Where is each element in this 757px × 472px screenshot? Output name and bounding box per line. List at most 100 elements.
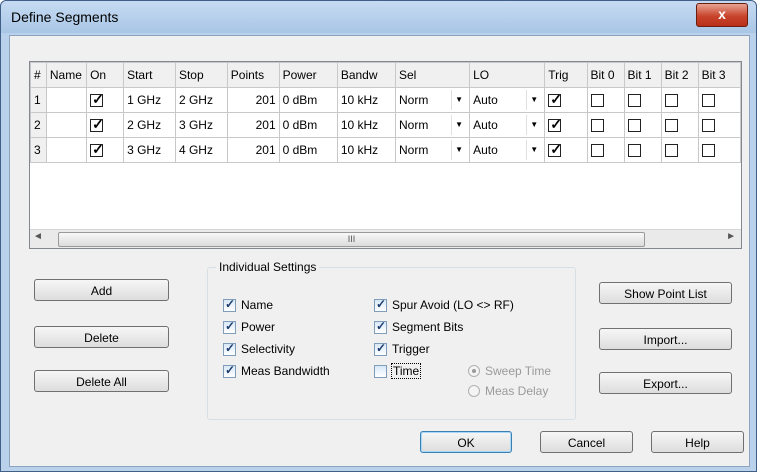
points-cell[interactable]: 201 <box>226 137 280 163</box>
bandwidth-cell[interactable]: 10 kHz <box>336 137 397 163</box>
column-header[interactable]: Name <box>45 62 88 88</box>
row-number[interactable]: 3 <box>30 137 47 163</box>
trig-checkbox[interactable]: ✓ <box>548 141 562 158</box>
bandwidth-cell[interactable]: 10 kHz <box>336 112 397 138</box>
bit2-checkbox[interactable] <box>664 94 678 108</box>
stop-cell[interactable]: 2 GHz <box>174 87 228 113</box>
name-cell[interactable] <box>45 137 88 163</box>
meas-bandwidth-checkbox[interactable]: ✓ <box>223 363 236 378</box>
chevron-down-icon[interactable]: ▼ <box>451 90 466 110</box>
scroll-left-icon[interactable]: ◄ <box>33 231 43 242</box>
bit2-checkbox[interactable] <box>664 144 678 158</box>
chevron-down-icon[interactable]: ▼ <box>451 140 466 160</box>
export-button[interactable]: Export... <box>599 372 732 394</box>
scroll-right-icon[interactable]: ► <box>726 231 736 242</box>
bandwidth-cell[interactable]: 10 kHz <box>336 87 397 113</box>
bit3-checkbox[interactable] <box>701 94 715 108</box>
sel-dropdown[interactable]: Norm ▼ <box>399 114 466 136</box>
bit0-checkbox[interactable] <box>590 119 604 133</box>
chevron-down-icon[interactable]: ▼ <box>526 115 541 135</box>
column-header[interactable]: Bit 0 <box>586 62 625 88</box>
lo-dropdown[interactable]: Auto ▼ <box>473 114 541 136</box>
power-cell[interactable]: 0 dBm <box>278 87 338 113</box>
start-cell[interactable]: 3 GHz <box>123 137 176 163</box>
column-header[interactable]: Points <box>226 62 280 88</box>
trig-checkbox[interactable]: ✓ <box>548 116 562 133</box>
bit1-checkbox[interactable] <box>627 94 641 108</box>
spur-avoid-option[interactable]: ✓ Spur Avoid (LO <> RF) <box>374 297 514 312</box>
row-number[interactable]: 2 <box>30 112 47 138</box>
time-checkbox[interactable] <box>374 364 387 378</box>
chevron-down-icon[interactable]: ▼ <box>526 140 541 160</box>
column-header[interactable]: Power <box>278 62 338 88</box>
delete-all-button[interactable]: Delete All <box>34 370 169 392</box>
trig-checkbox[interactable]: ✓ <box>548 91 562 108</box>
column-header[interactable]: LO <box>469 62 546 88</box>
stop-cell[interactable]: 3 GHz <box>174 112 228 138</box>
start-cell[interactable]: 2 GHz <box>123 112 176 138</box>
points-cell[interactable]: 201 <box>226 112 280 138</box>
points-cell[interactable]: 201 <box>226 87 280 113</box>
power-checkbox[interactable]: ✓ <box>223 319 236 334</box>
power-cell[interactable]: 0 dBm <box>278 112 338 138</box>
cancel-button[interactable]: Cancel <box>540 431 633 453</box>
on-checkbox[interactable]: ✓ <box>90 116 104 133</box>
bit0-checkbox[interactable] <box>590 144 604 158</box>
column-header[interactable]: Stop <box>174 62 228 88</box>
add-button[interactable]: Add <box>34 279 169 301</box>
delete-button[interactable]: Delete <box>34 326 169 348</box>
name-cell[interactable] <box>45 112 88 138</box>
sel-dropdown[interactable]: Norm ▼ <box>399 139 466 161</box>
column-header[interactable]: Trig <box>544 62 588 88</box>
name-option[interactable]: ✓ Name <box>223 297 273 312</box>
bit1-checkbox[interactable] <box>627 119 641 133</box>
trigger-option[interactable]: ✓ Trigger <box>374 341 430 356</box>
sweep-time-option[interactable]: Sweep Time <box>468 364 551 378</box>
close-button[interactable]: x <box>696 3 748 27</box>
time-option[interactable]: Time <box>374 363 422 379</box>
on-checkbox[interactable]: ✓ <box>90 141 104 158</box>
lo-dropdown[interactable]: Auto ▼ <box>473 89 541 111</box>
column-header[interactable]: Bit 2 <box>660 62 699 88</box>
chevron-down-icon[interactable]: ▼ <box>451 115 466 135</box>
bit0-checkbox[interactable] <box>590 94 604 108</box>
help-button[interactable]: Help <box>651 431 744 453</box>
spur-avoid-checkbox[interactable]: ✓ <box>374 297 387 312</box>
meas-delay-radio[interactable] <box>468 385 480 397</box>
bit3-checkbox[interactable] <box>701 119 715 133</box>
power-cell[interactable]: 0 dBm <box>278 137 338 163</box>
bit1-checkbox[interactable] <box>627 144 641 158</box>
column-header[interactable]: Start <box>123 62 176 88</box>
stop-cell[interactable]: 4 GHz <box>174 137 228 163</box>
name-checkbox[interactable]: ✓ <box>223 297 236 312</box>
selectivity-checkbox[interactable]: ✓ <box>223 341 236 356</box>
import-button[interactable]: Import... <box>599 328 732 350</box>
table-row[interactable]: 2 ✓ 2 GHz 3 GHz 201 0 dBm 10 kHz Norm ▼ A… <box>30 112 741 138</box>
lo-dropdown[interactable]: Auto ▼ <box>473 139 541 161</box>
column-header[interactable]: Bandw <box>336 62 397 88</box>
chevron-down-icon[interactable]: ▼ <box>526 90 541 110</box>
title-bar[interactable]: Define Segments x <box>1 1 756 33</box>
name-cell[interactable] <box>45 87 88 113</box>
column-header[interactable]: On <box>86 62 125 88</box>
selectivity-option[interactable]: ✓ Selectivity <box>223 341 295 356</box>
power-option[interactable]: ✓ Power <box>223 319 275 334</box>
segment-bits-option[interactable]: ✓ Segment Bits <box>374 319 463 334</box>
start-cell[interactable]: 1 GHz <box>123 87 176 113</box>
show-point-list-button[interactable]: Show Point List <box>599 282 732 304</box>
meas-bandwidth-option[interactable]: ✓ Meas Bandwidth <box>223 363 330 378</box>
column-header[interactable]: Bit 1 <box>623 62 662 88</box>
column-header[interactable]: Bit 3 <box>697 62 741 88</box>
ok-button[interactable]: OK <box>420 431 512 453</box>
scrollbar-thumb[interactable]: III <box>58 232 645 247</box>
trigger-checkbox[interactable]: ✓ <box>374 341 387 356</box>
horizontal-scrollbar[interactable]: ◄ III ► <box>30 229 741 248</box>
on-checkbox[interactable]: ✓ <box>90 91 104 108</box>
bit2-checkbox[interactable] <box>664 119 678 133</box>
column-header[interactable]: Sel <box>394 62 471 88</box>
meas-delay-option[interactable]: Meas Delay <box>468 384 548 398</box>
row-number[interactable]: 1 <box>30 87 47 113</box>
table-row[interactable]: 3 ✓ 3 GHz 4 GHz 201 0 dBm 10 kHz Norm ▼ A… <box>30 137 741 163</box>
segment-table[interactable]: # Name On Start Stop Points Power Bandw … <box>29 61 742 249</box>
bit3-checkbox[interactable] <box>701 144 715 158</box>
